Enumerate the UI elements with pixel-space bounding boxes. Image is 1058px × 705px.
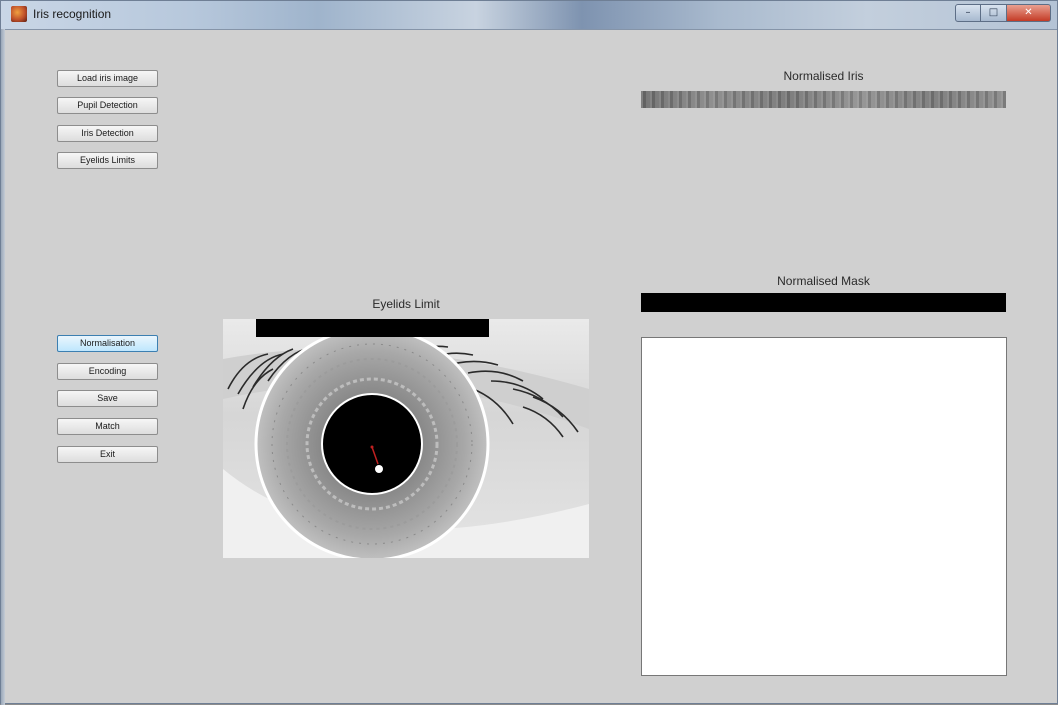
normalisation-button[interactable]: Normalisation [57,335,158,352]
maximize-icon[interactable]: □ [981,4,1007,22]
eyelid-mask-bar [256,319,489,337]
normalised-mask-image [641,293,1006,312]
matlab-figure-icon [11,6,27,22]
iris-recognition-window: Iris recognition – □ ✕ Load iris image P… [0,0,1058,705]
normalised-iris-title: Normalised Iris [783,69,864,83]
eyelids-limits-button[interactable]: Eyelids Limits [57,152,158,169]
close-icon[interactable]: ✕ [1007,4,1051,22]
window-title: Iris recognition [33,7,112,21]
normalised-iris-image [641,91,1006,108]
encoding-button[interactable]: Encoding [57,363,158,380]
eye-image-axes [223,319,589,558]
save-button[interactable]: Save [57,390,158,407]
match-result-axes [641,337,1007,676]
iris-detection-button[interactable]: Iris Detection [57,125,158,142]
minimize-icon[interactable]: – [955,4,981,22]
eyelids-limit-title: Eyelids Limit [372,297,440,311]
normalised-mask-title: Normalised Mask [777,274,870,288]
pupil-detection-button[interactable]: Pupil Detection [57,97,158,114]
title-bar[interactable]: Iris recognition – □ ✕ [1,1,1057,30]
window-left-border [1,29,5,705]
exit-button[interactable]: Exit [57,446,158,463]
eye-image [223,319,589,558]
match-button[interactable]: Match [57,418,158,435]
load-iris-image-button[interactable]: Load iris image [57,70,158,87]
window-controls: – □ ✕ [955,4,1051,22]
